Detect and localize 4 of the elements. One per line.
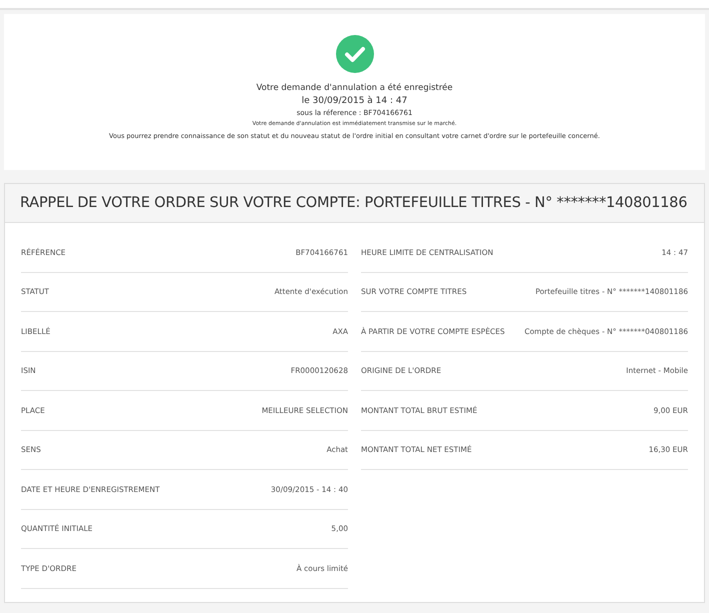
card-title: RAPPEL DE VOTRE ORDRE SUR VOTRE COMPTE: PORTEFEUILLE TITRES - N° *******140801186: [20, 195, 688, 211]
checkmark-icon: [336, 35, 374, 73]
confirmation-date: le 30/09/2015 à 14 : 47: [302, 96, 408, 106]
confirmation-title: Votre demande d'annulation a été enregistrée: [256, 83, 453, 93]
